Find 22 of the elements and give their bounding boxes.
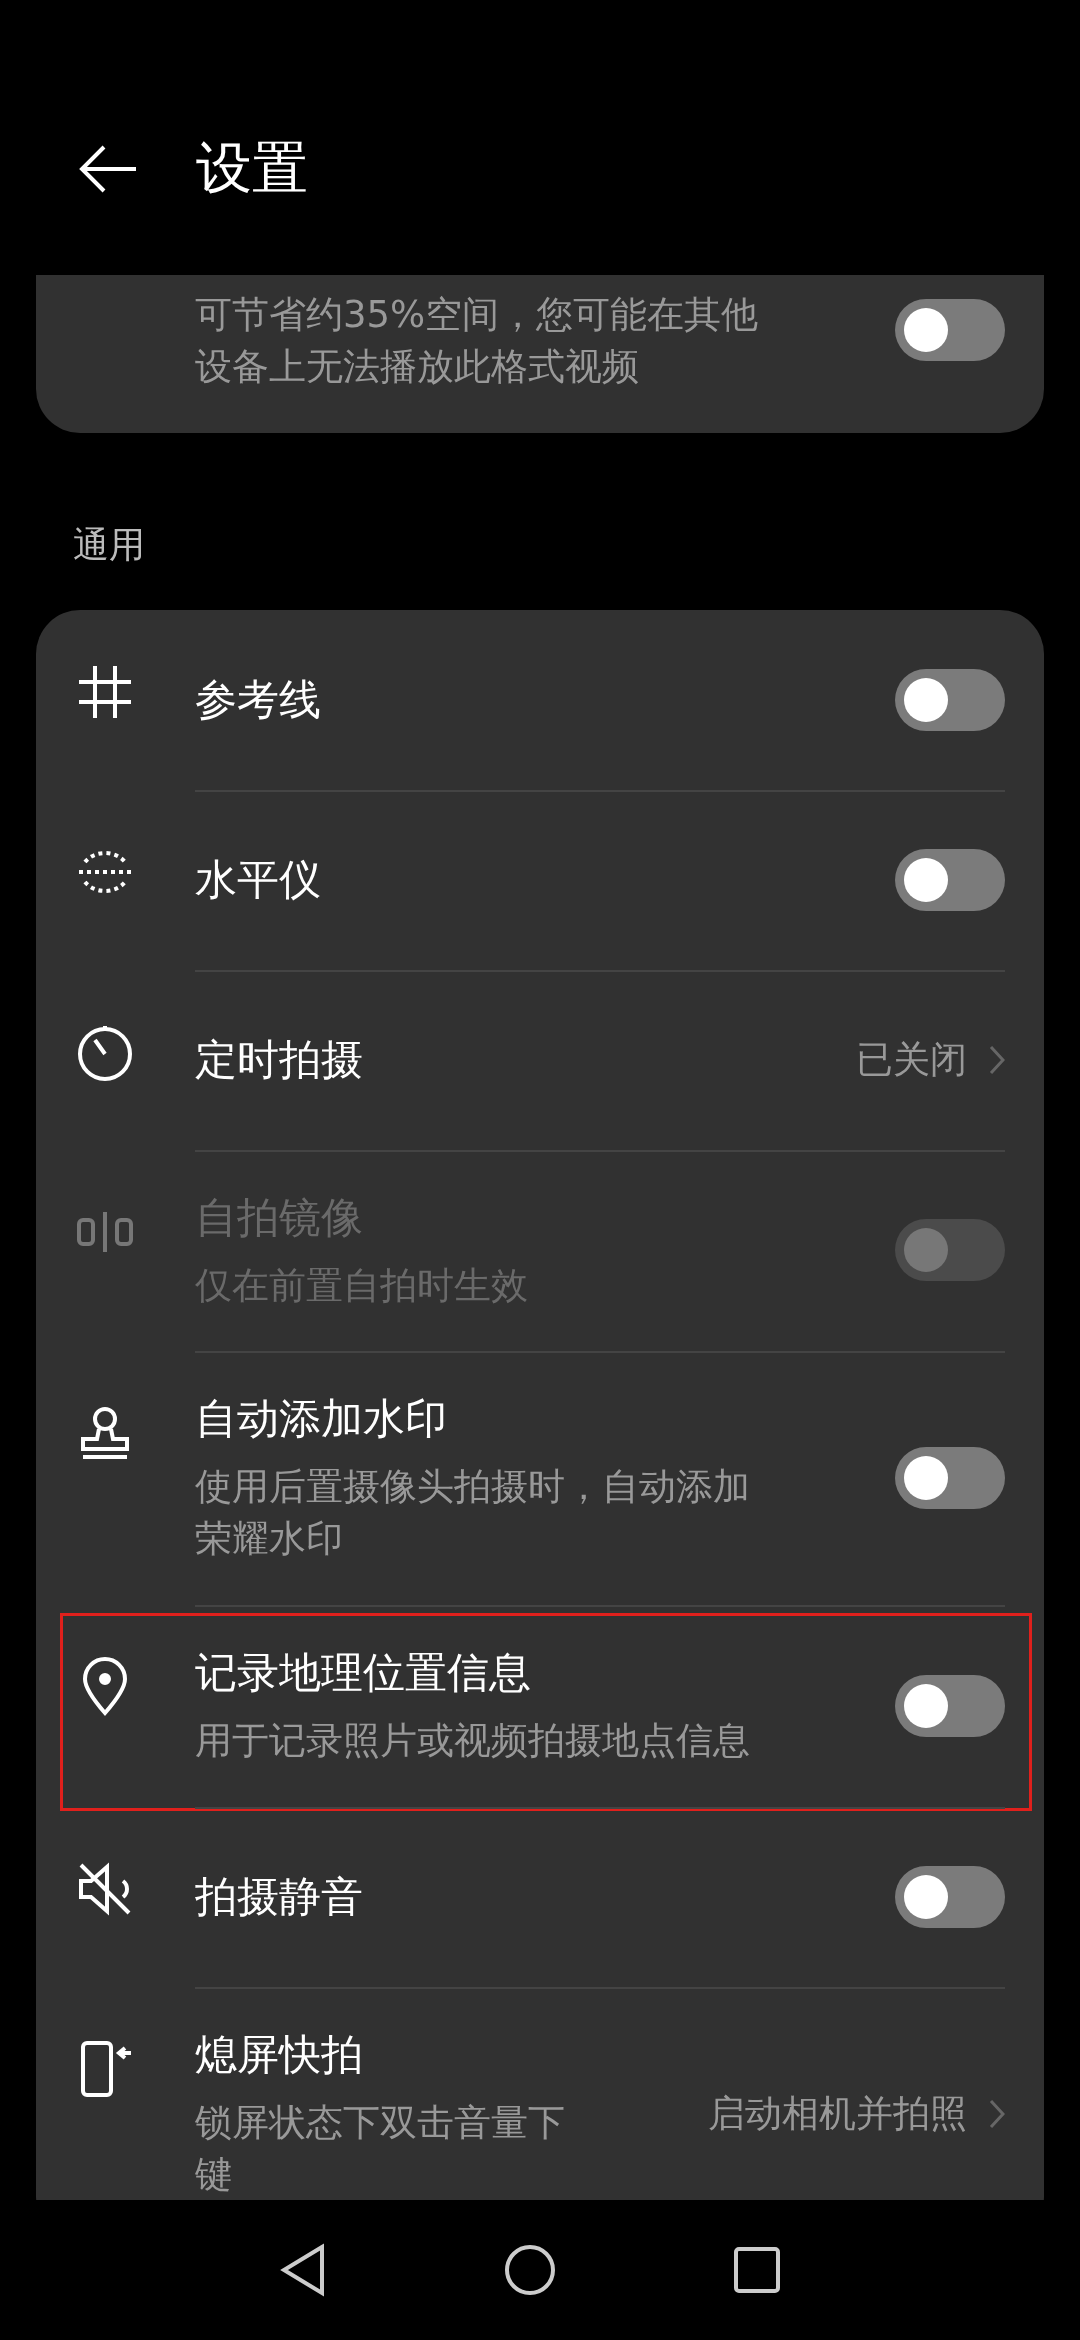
home-nav-icon[interactable] <box>503 2243 557 2297</box>
setting-description: 可节省约35%空间，您可能在其他设备上无法播放此格式视频 <box>195 292 760 390</box>
setting-title: 参考线 <box>195 673 322 726</box>
setting-description: 使用后置摄像头拍摄时，自动添加荣耀水印 <box>195 1464 751 1563</box>
setting-value[interactable]: 启动相机并拍照 <box>708 2088 967 2139</box>
section-header: 通用 <box>72 522 146 567</box>
page-title: 设置 <box>196 133 308 202</box>
setting-title: 自动添加水印 <box>195 1393 448 1446</box>
setting-title: 水平仪 <box>195 853 322 906</box>
setting-description: 用于记录照片或视频拍摄地点信息 <box>195 1718 751 1764</box>
back-icon[interactable] <box>78 143 138 194</box>
setting-title: 记录地理位置信息 <box>195 1647 532 1699</box>
chevron-icon <box>989 1044 1005 1075</box>
setting-value[interactable]: 已关闭 <box>856 1034 967 1085</box>
chevron-icon <box>989 2098 1005 2129</box>
setting-title: 熄屏快拍 <box>195 2028 364 2081</box>
setting-description: 锁屏状态下双击音量下键 <box>195 2099 566 2198</box>
recents-nav-icon[interactable] <box>732 2245 782 2295</box>
setting-title: 定时拍摄 <box>195 1033 364 1086</box>
setting-description: 仅在前置自拍时生效 <box>195 1262 529 1309</box>
setting-title: 拍摄静音 <box>195 1870 364 1923</box>
setting-title: 自拍镜像 <box>195 1191 364 1244</box>
